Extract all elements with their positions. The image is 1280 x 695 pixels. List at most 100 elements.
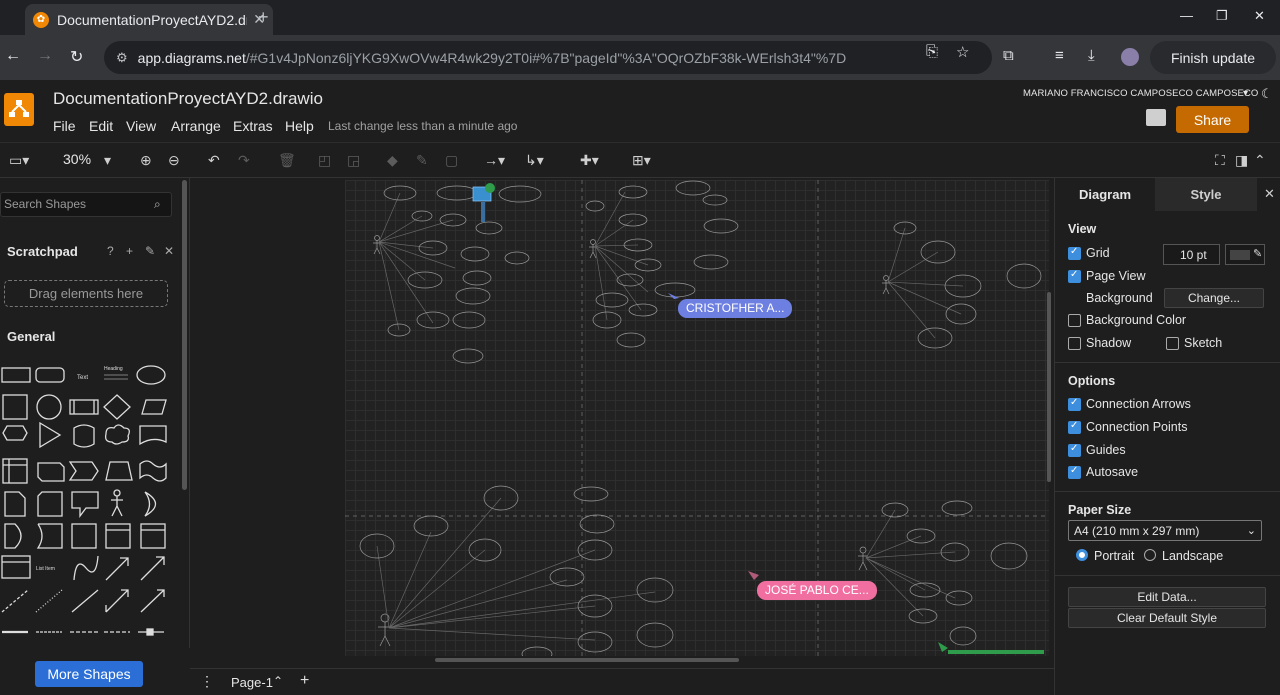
menu-extras[interactable]: Extras	[233, 118, 273, 134]
admin-use-case-cluster	[373, 183, 542, 364]
autosave-checkbox[interactable]	[1068, 465, 1081, 479]
change-background-button[interactable]: Change...	[1164, 288, 1264, 308]
site-info-icon[interactable]: ⚙	[116, 50, 128, 66]
back-icon[interactable]: ←	[5, 47, 21, 65]
background-color-label: Background Color	[1086, 313, 1187, 327]
divider	[1055, 575, 1280, 576]
page-menu-chevron-icon[interactable]: ⌃	[273, 674, 283, 688]
reload-icon[interactable]: ↻	[70, 47, 83, 67]
actor-shape-icon	[111, 496, 123, 517]
diagram-canvas[interactable]: CRISTOFHER A... JOSÉ PABLO CE...	[190, 178, 1054, 656]
menu-edit[interactable]: Edit	[89, 118, 113, 134]
profile-avatar[interactable]	[1121, 48, 1139, 66]
clear-default-style-button[interactable]: Clear Default Style	[1068, 608, 1266, 628]
edit-data-button[interactable]: Edit Data...	[1068, 587, 1266, 607]
line-color-icon[interactable]: ✎	[416, 152, 428, 169]
page-view-checkbox[interactable]	[1068, 269, 1081, 283]
add-icon[interactable]: +	[126, 244, 133, 258]
user-name[interactable]: MARIANO FRANCISCO CAMPOSECO CAMPOSECO	[1023, 88, 1258, 99]
internal-storage-shape-icon	[2, 458, 28, 484]
general-section-title[interactable]: General	[7, 329, 55, 344]
connection-points-checkbox[interactable]	[1068, 420, 1081, 434]
to-back-icon[interactable]: ◲	[347, 152, 360, 169]
horizontal-scrollbar[interactable]	[435, 658, 739, 662]
dark-mode-moon-icon[interactable]: ☾	[1261, 86, 1273, 102]
tab-style[interactable]: Style	[1155, 178, 1257, 211]
user-menu-chevron-icon[interactable]: ▾	[1243, 88, 1248, 99]
close-panel-icon[interactable]: ✕	[1264, 186, 1275, 202]
zoom-in-icon[interactable]: ⊕	[140, 152, 152, 169]
menu-arrange[interactable]: Arrange	[171, 118, 221, 134]
share-button[interactable]: Share	[1176, 106, 1249, 133]
browser-tab[interactable]: ✿ DocumentationProyectAYD2.drawio ✕	[25, 4, 273, 35]
scratchpad-dropzone[interactable]: Drag elements here	[4, 280, 168, 307]
finish-update-button[interactable]: Finish update	[1150, 41, 1276, 74]
help-icon[interactable]: ?	[107, 244, 114, 258]
landscape-radio[interactable]	[1144, 549, 1156, 561]
url-field[interactable]: ⚙ app.diagrams.net/#G1v4JpNonz6ljYKG9XwO…	[104, 41, 992, 74]
admin-2-use-case-cluster	[858, 500, 1044, 654]
general-shapes-palette[interactable]: Text Heading List Item	[0, 358, 172, 648]
connection-arrows-checkbox[interactable]	[1068, 397, 1081, 411]
sidebar-scrollbar[interactable]	[182, 180, 187, 490]
grid-color-button[interactable]: ✎	[1225, 244, 1265, 265]
shadow-icon[interactable]: ▢	[445, 152, 458, 169]
format-panel-icon[interactable]: ▭▾	[9, 152, 29, 169]
landscape-label: Landscape	[1162, 549, 1224, 563]
use-case-diagrams[interactable]	[345, 180, 1049, 656]
bookmark-star-icon[interactable]: ☆	[956, 43, 969, 61]
download-icon[interactable]: ⤓	[1088, 47, 1095, 64]
background-color-checkbox[interactable]	[1068, 314, 1081, 327]
edit-icon[interactable]: ✎	[145, 244, 155, 258]
menu-file[interactable]: File	[53, 118, 76, 134]
extensions-icon[interactable]: ⧉	[1003, 47, 1014, 64]
fullscreen-icon[interactable]: ⛶	[1215, 152, 1225, 169]
diagram-page[interactable]	[345, 180, 1049, 656]
zoom-out-icon[interactable]: ⊖	[168, 152, 180, 169]
new-tab-icon[interactable]: +	[258, 7, 269, 28]
toggle-panel-icon[interactable]: ◨	[1235, 152, 1248, 169]
paper-size-value: A4 (210 mm x 297 mm)	[1074, 524, 1200, 538]
data-storage-shape-icon	[36, 523, 63, 549]
fill-color-icon[interactable]: ◆	[387, 152, 398, 169]
zoom-level[interactable]: 30%	[63, 151, 91, 167]
search-shapes-input[interactable]: Search Shapes	[0, 192, 172, 217]
collapse-icon[interactable]: ⌃	[1254, 152, 1266, 169]
more-shapes-button[interactable]: More Shapes	[35, 661, 143, 687]
connection-style-icon[interactable]: →▾	[484, 152, 505, 169]
delete-icon[interactable]: 🗑	[278, 152, 296, 169]
restore-icon[interactable]: ❐	[1216, 8, 1228, 24]
scratchpad-title[interactable]: Scratchpad	[7, 244, 78, 259]
last-change-status[interactable]: Last change less than a minute ago	[328, 119, 517, 133]
pages-menu-icon[interactable]: ⋮	[200, 673, 214, 690]
forward-icon[interactable]: →	[37, 47, 53, 65]
table-icon[interactable]: ⊞▾	[632, 152, 651, 169]
window-close-icon[interactable]: ✕	[1254, 8, 1265, 24]
comments-icon[interactable]	[1146, 109, 1166, 126]
guides-checkbox[interactable]	[1068, 443, 1081, 457]
grid-checkbox[interactable]	[1068, 246, 1081, 260]
reading-list-icon[interactable]: ≡	[1055, 47, 1064, 64]
sketch-checkbox[interactable]	[1166, 337, 1179, 350]
minimize-icon[interactable]: —	[1180, 8, 1193, 23]
paper-size-select[interactable]: A4 (210 mm x 297 mm) ⌄	[1068, 520, 1262, 541]
vertical-scrollbar[interactable]	[1047, 292, 1051, 482]
shadow-checkbox[interactable]	[1068, 337, 1081, 350]
waypoints-icon[interactable]: ↳▾	[525, 152, 544, 169]
install-app-icon[interactable]: ⎘	[926, 43, 938, 60]
undo-icon[interactable]: ↶	[208, 152, 220, 169]
grid-size-input[interactable]: 10 pt	[1163, 244, 1220, 265]
portrait-radio[interactable]	[1076, 549, 1088, 561]
page-tab[interactable]: Page-1	[231, 675, 273, 690]
menu-help[interactable]: Help	[285, 118, 314, 134]
to-front-icon[interactable]: ◰	[318, 152, 331, 169]
zoom-dropdown-icon[interactable]: ▾	[104, 152, 111, 169]
document-title[interactable]: DocumentationProyectAYD2.drawio	[53, 89, 323, 109]
tab-diagram[interactable]: Diagram	[1055, 178, 1155, 211]
add-page-icon[interactable]: +	[300, 672, 309, 690]
close-scratchpad-icon[interactable]: ✕	[164, 244, 174, 258]
menu-view[interactable]: View	[126, 118, 156, 134]
redo-icon[interactable]: ↷	[238, 152, 250, 169]
search-icon[interactable]: ⌕	[154, 197, 161, 212]
insert-plus-icon[interactable]: ✚▾	[580, 152, 599, 169]
